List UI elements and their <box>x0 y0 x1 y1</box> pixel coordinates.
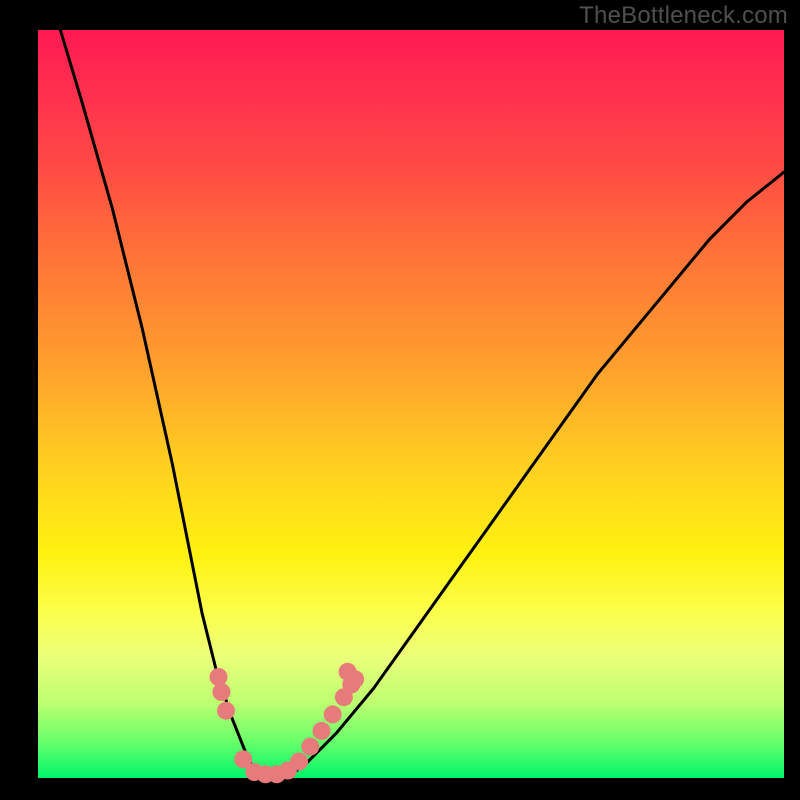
curve-marker <box>213 683 231 701</box>
curve-marker <box>301 738 319 756</box>
curve-marker <box>339 663 357 681</box>
chart-frame: TheBottleneck.com <box>0 0 800 800</box>
curve-layer <box>38 30 784 778</box>
curve-marker <box>313 722 331 740</box>
watermark-text: TheBottleneck.com <box>579 2 788 30</box>
curve-marker <box>210 668 228 686</box>
curve-marker <box>217 702 235 720</box>
curve-marker <box>324 705 342 723</box>
bottleneck-curve-path <box>60 30 784 778</box>
plot-area <box>38 30 784 778</box>
curve-marker <box>290 753 308 771</box>
